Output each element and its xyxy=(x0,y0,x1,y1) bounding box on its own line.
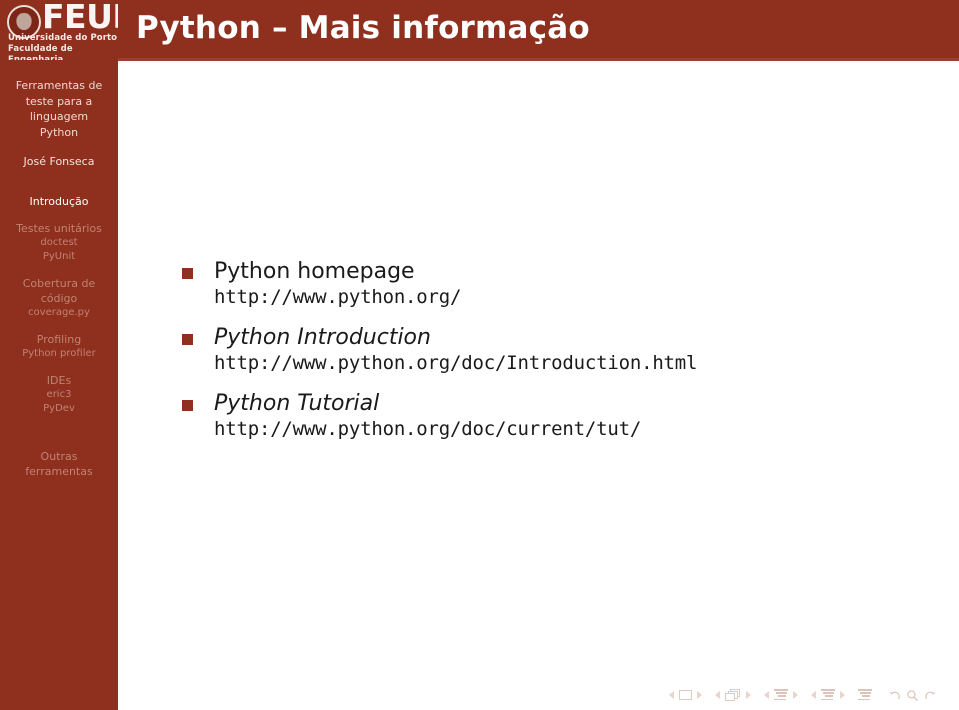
toc-section-cobertura-de-codigo: Cobertura de código coverage.py xyxy=(0,276,118,320)
sidebar-item-coverage-py[interactable]: coverage.py xyxy=(0,306,118,320)
link-title: Python homepage xyxy=(214,259,415,284)
next-slide-icon[interactable] xyxy=(697,691,702,699)
university-line: Universidade do Porto xyxy=(8,33,118,43)
list-item: Python Tutorial http://www.python.org/do… xyxy=(182,390,942,442)
next-section-icon[interactable] xyxy=(840,691,845,699)
next-subsection-icon[interactable] xyxy=(793,691,798,699)
nav-group-slide xyxy=(669,690,702,700)
sidebar-toc: Ferramentas de teste para a linguagem Py… xyxy=(0,78,118,491)
toc-sections: Introdução Testes unitários doctest PyUn… xyxy=(0,194,118,479)
sidebar-item-doctest[interactable]: doctest xyxy=(0,236,118,250)
page-title: Python – Mais informação xyxy=(136,10,590,46)
prev-slide-icon[interactable] xyxy=(669,691,674,699)
toc-section-introducao: Introdução xyxy=(0,194,118,209)
link-title: Python Tutorial xyxy=(214,391,380,416)
bullet-square-icon xyxy=(182,334,193,345)
link-title: Python Introduction xyxy=(214,325,431,350)
forward-arrow-icon[interactable] xyxy=(924,689,937,702)
sidebar-item-cobertura-de-codigo[interactable]: Cobertura de código xyxy=(0,276,118,306)
list-item: Python Introduction http://www.python.or… xyxy=(182,324,942,376)
sidebar-item-pydev[interactable]: PyDev xyxy=(0,402,118,416)
link-list: Python homepage http://www.python.org/ P… xyxy=(182,258,942,456)
sidebar-item-pyunit[interactable]: PyUnit xyxy=(0,250,118,264)
search-icon[interactable] xyxy=(906,689,919,702)
sidebar-item-introducao[interactable]: Introdução xyxy=(0,194,118,209)
frames-icon[interactable] xyxy=(725,689,741,701)
institution-logo: FEUP Universidade do Porto Faculdade de … xyxy=(0,0,118,60)
beamer-navigation-bar xyxy=(600,684,950,706)
subsection-icon[interactable] xyxy=(774,689,788,701)
sidebar-item-eric3[interactable]: eric3 xyxy=(0,388,118,402)
sidebar-item-outras-ferramentas[interactable]: Outras ferramentas xyxy=(0,449,118,479)
bullet-square-icon xyxy=(182,400,193,411)
back-arrow-icon[interactable] xyxy=(888,689,901,702)
sidebar-item-profiling[interactable]: Profiling xyxy=(0,332,118,347)
slide-content: Python homepage http://www.python.org/ P… xyxy=(118,62,959,672)
feup-wordmark: FEUP xyxy=(42,0,118,36)
section-icon[interactable] xyxy=(821,689,835,701)
nav-group-section xyxy=(811,689,845,701)
nav-group-history xyxy=(888,689,937,702)
prev-section-icon[interactable] xyxy=(811,691,816,699)
toc-section-ides: IDEs eric3 PyDev xyxy=(0,373,118,416)
next-frame-icon[interactable] xyxy=(746,691,751,699)
nav-group-subsection xyxy=(764,689,798,701)
link-url[interactable]: http://www.python.org/ xyxy=(214,285,942,310)
toc-section-outras-ferramentas: Outras ferramentas xyxy=(0,449,118,479)
sidebar-item-testes-unitarios[interactable]: Testes unitários xyxy=(0,221,118,236)
faculty-line: Faculdade de Engenharia xyxy=(8,44,73,60)
sidebar: FEUP Universidade do Porto Faculdade de … xyxy=(0,0,118,710)
slide-icon[interactable] xyxy=(679,690,692,700)
sidebar-item-python-profiler[interactable]: Python profiler xyxy=(0,347,118,361)
link-url[interactable]: http://www.python.org/doc/current/tut/ xyxy=(214,417,942,442)
bullet-square-icon xyxy=(182,268,193,279)
prev-frame-icon[interactable] xyxy=(715,691,720,699)
beamer-slide: FEUP Universidade do Porto Faculdade de … xyxy=(0,0,959,710)
list-item: Python homepage http://www.python.org/ xyxy=(182,258,942,310)
deck-author: José Fonseca xyxy=(23,155,95,168)
nav-group-frame xyxy=(715,689,751,701)
nav-group-presentation xyxy=(858,689,872,701)
header-rule xyxy=(118,58,959,61)
sidebar-item-ides[interactable]: IDEs xyxy=(0,373,118,388)
institution-subtitle: Universidade do Porto Faculdade de Engen… xyxy=(8,33,118,60)
toc-section-profiling: Profiling Python profiler xyxy=(0,332,118,361)
prev-subsection-icon[interactable] xyxy=(764,691,769,699)
link-url[interactable]: http://www.python.org/doc/Introduction.h… xyxy=(214,351,942,376)
presentation-icon[interactable] xyxy=(858,689,872,701)
deck-title: Ferramentas de teste para a linguagem Py… xyxy=(15,79,103,139)
toc-section-testes-unitarios: Testes unitários doctest PyUnit xyxy=(0,221,118,264)
